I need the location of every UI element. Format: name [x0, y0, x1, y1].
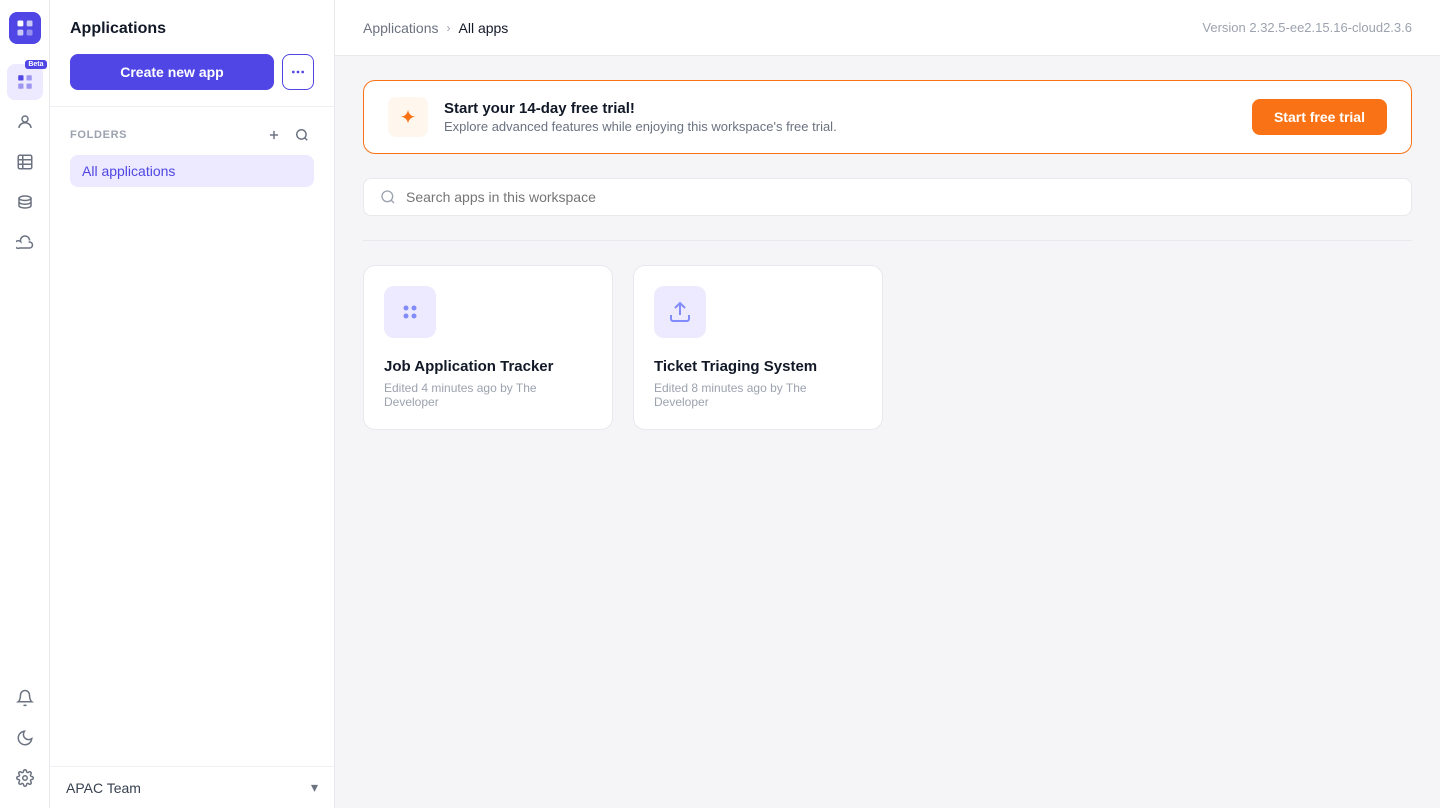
folders-section: FOLDERS All applications	[50, 107, 334, 195]
icon-sidebar: Beta	[0, 0, 50, 808]
breadcrumb-current: All apps	[459, 20, 509, 36]
folders-label: FOLDERS	[70, 129, 127, 141]
app-logo[interactable]	[9, 12, 41, 44]
app-card-ticket-system[interactable]: Ticket Triaging System Edited 8 minutes …	[633, 265, 883, 430]
breadcrumb: Applications › All apps	[363, 20, 508, 36]
more-options-button[interactable]	[282, 54, 314, 90]
version-text: Version 2.32.5-ee2.15.16-cloud2.3.6	[1202, 20, 1412, 35]
tables-nav-icon[interactable]	[7, 144, 43, 180]
trial-text: Start your 14-day free trial! Explore ad…	[444, 100, 837, 134]
search-input[interactable]	[406, 189, 1395, 205]
search-icon	[380, 189, 396, 205]
database-nav-icon[interactable]	[7, 184, 43, 220]
top-bar: Applications › All apps Version 2.32.5-e…	[335, 0, 1440, 56]
app-meta-job-tracker: Edited 4 minutes ago by The Developer	[384, 381, 592, 409]
workspace-name: APAC Team	[66, 780, 141, 796]
app-name-ticket-system: Ticket Triaging System	[654, 358, 862, 375]
users-nav-icon[interactable]	[7, 104, 43, 140]
job-tracker-icon	[398, 300, 422, 324]
folders-label-row: FOLDERS	[70, 123, 314, 147]
folders-actions	[262, 123, 314, 147]
breadcrumb-parent[interactable]: Applications	[363, 20, 439, 36]
app-card-job-tracker[interactable]: Job Application Tracker Edited 4 minutes…	[363, 265, 613, 430]
left-panel-title: Applications	[70, 20, 314, 38]
apps-nav-icon[interactable]: Beta	[7, 64, 43, 100]
folder-all-applications[interactable]: All applications	[70, 155, 314, 187]
workspace-chevron-icon[interactable]: ▾	[311, 779, 318, 796]
app-icon-ticket-system	[654, 286, 706, 338]
trial-icon: ✦	[388, 97, 428, 137]
breadcrumb-separator: ›	[447, 21, 451, 35]
content-area: ✦ Start your 14-day free trial! Explore …	[335, 56, 1440, 808]
search-divider	[363, 240, 1412, 241]
app-meta-ticket-system: Edited 8 minutes ago by The Developer	[654, 381, 862, 409]
trial-sparkle-icon: ✦	[400, 105, 417, 130]
trial-title: Start your 14-day free trial!	[444, 100, 837, 117]
notifications-nav-icon[interactable]	[7, 680, 43, 716]
search-folder-button[interactable]	[290, 123, 314, 147]
search-bar	[363, 178, 1412, 216]
main-content: Applications › All apps Version 2.32.5-e…	[335, 0, 1440, 808]
beta-badge: Beta	[25, 60, 46, 69]
left-panel-header: Applications Create new app	[50, 0, 334, 107]
theme-nav-icon[interactable]	[7, 720, 43, 756]
trial-banner-left: ✦ Start your 14-day free trial! Explore …	[388, 97, 837, 137]
left-panel-bottom: APAC Team ▾	[50, 766, 334, 808]
trial-subtitle: Explore advanced features while enjoying…	[444, 119, 837, 134]
settings-nav-icon[interactable]	[7, 760, 43, 796]
create-btn-row: Create new app	[70, 54, 314, 90]
integrations-nav-icon[interactable]	[7, 224, 43, 260]
app-name-job-tracker: Job Application Tracker	[384, 358, 592, 375]
start-free-trial-button[interactable]: Start free trial	[1252, 99, 1387, 135]
create-new-app-button[interactable]: Create new app	[70, 54, 274, 90]
add-folder-button[interactable]	[262, 123, 286, 147]
ticket-system-icon	[668, 300, 692, 324]
left-panel: Applications Create new app FOLDERS	[50, 0, 335, 808]
apps-grid: Job Application Tracker Edited 4 minutes…	[363, 265, 1412, 430]
icon-sidebar-bottom	[7, 680, 43, 796]
trial-banner: ✦ Start your 14-day free trial! Explore …	[363, 80, 1412, 154]
app-icon-job-tracker	[384, 286, 436, 338]
